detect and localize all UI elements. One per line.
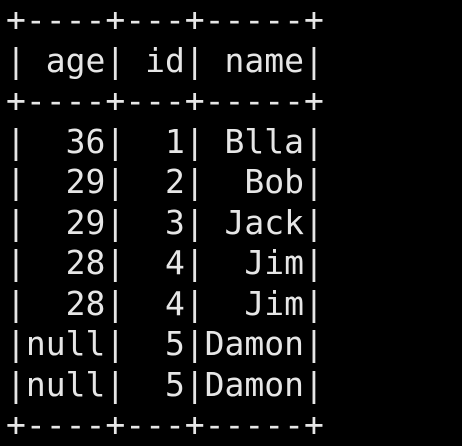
table-border-bottom: +----+---+-----+ [6,405,324,444]
table-row: |null| 5|Damon| [6,364,324,404]
table-row: | 28| 4| Jim| [6,243,324,282]
table-row: | 36| 1| Blla| [6,121,324,161]
table-border-top: +----+---+-----+ [6,0,324,39]
table-row: | 28| 4| Jim| [6,283,324,323]
table-border-header: +----+---+-----+ [6,81,324,120]
terminal-output: +----+---+-----+ | age| id| name| +----+… [0,0,462,446]
table-row: |null| 5|Damon| [6,324,324,363]
table-row: | 29| 3| Jack| [6,202,324,242]
table-row: | 29| 2| Bob| [6,162,324,201]
table-header-row: | age| id| name| [6,40,324,80]
